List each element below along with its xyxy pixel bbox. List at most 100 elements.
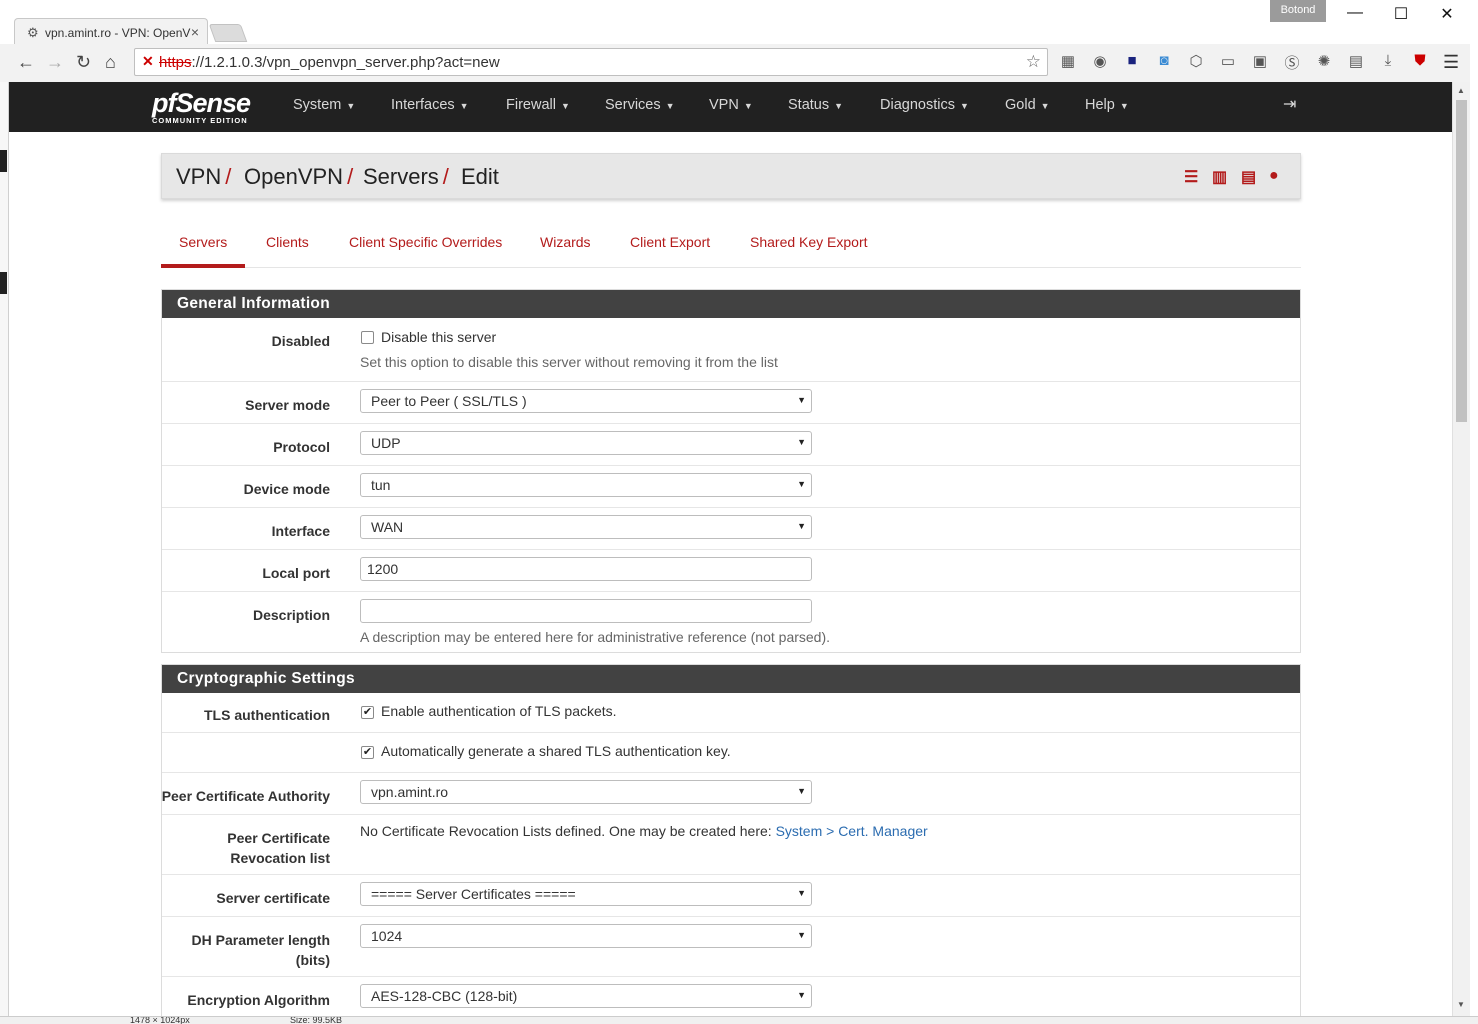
- qr-extension-icon[interactable]: ▦: [1058, 52, 1078, 72]
- tls-auto-key-checkbox[interactable]: ✔: [361, 746, 374, 759]
- description-help-text: A description may be entered here for ad…: [360, 629, 831, 645]
- brand-logo[interactable]: pfSense COMMUNITY EDITION: [152, 88, 251, 125]
- nav-system[interactable]: System ▼: [293, 97, 355, 113]
- cube-extension-icon[interactable]: ⬡: [1186, 52, 1206, 72]
- nav-status[interactable]: Status ▼: [788, 97, 843, 113]
- edge-mark: [0, 150, 7, 172]
- protocol-select[interactable]: UDP ▼: [360, 431, 812, 455]
- tab-client-specific-overrides[interactable]: Client Specific Overrides: [349, 234, 502, 250]
- camera-extension-icon[interactable]: ◙: [1154, 52, 1174, 72]
- disable-server-checkbox[interactable]: [361, 331, 374, 344]
- server-cert-row: Server certificate ===== Server Certific…: [162, 875, 1300, 917]
- address-bar[interactable]: ✕ https://1.2.1.0.3/vpn_openvpn_server.p…: [134, 48, 1048, 76]
- ext-blue-icon[interactable]: ■: [1122, 52, 1142, 72]
- peer-crl-text: No Certificate Revocation Lists defined.…: [360, 823, 928, 839]
- browser-tab[interactable]: ⚙ vpn.amint.ro - VPN: OpenV ×: [14, 18, 208, 46]
- maximize-button[interactable]: ☐: [1378, 4, 1424, 24]
- tab-shared-key-export[interactable]: Shared Key Export: [750, 234, 868, 250]
- caret-down-icon: ▼: [743, 101, 753, 111]
- help-question-icon[interactable]: ●: [1269, 167, 1279, 185]
- description-row: Description A description may be entered…: [162, 592, 1300, 653]
- download-extension-icon[interactable]: ⤓: [1378, 52, 1398, 72]
- breadcrumb-openvpn[interactable]: OpenVPN /: [244, 164, 353, 190]
- nav-diagnostics[interactable]: Diagnostics ▼: [880, 97, 969, 113]
- sliders-icon[interactable]: ☰: [1184, 167, 1198, 187]
- caret-down-icon: ▼: [665, 101, 675, 111]
- nav-help[interactable]: Help ▼: [1085, 97, 1129, 113]
- bookmark-star-icon[interactable]: ☆: [1026, 52, 1041, 72]
- tab-clients[interactable]: Clients: [266, 234, 309, 250]
- minimize-button[interactable]: —: [1332, 4, 1378, 22]
- disable-server-text: Disable this server: [381, 329, 497, 345]
- tab-title: vpn.amint.ro - VPN: OpenV: [45, 26, 191, 40]
- dropdown-arrow-icon: ▼: [797, 521, 806, 531]
- forward-arrow-icon[interactable]: →: [46, 52, 64, 73]
- tls-auth-checkbox[interactable]: ✔: [361, 706, 374, 719]
- peer-ca-select[interactable]: vpn.amint.ro ▼: [360, 780, 812, 804]
- caret-down-icon: ▼: [959, 101, 969, 111]
- protocol-label: Protocol: [273, 439, 330, 455]
- browser-chrome: ⚙ vpn.amint.ro - VPN: OpenV × Botond — ☐…: [0, 0, 1478, 82]
- logout-icon[interactable]: ⇥: [1283, 94, 1296, 114]
- tab-servers[interactable]: Servers: [179, 234, 227, 250]
- dropdown-arrow-icon: ▼: [797, 437, 806, 447]
- log-list-icon[interactable]: ▤: [1241, 167, 1256, 187]
- server-mode-row: Server mode Peer to Peer ( SSL/TLS ) ▼: [162, 382, 1300, 424]
- server-cert-select[interactable]: ===== Server Certificates ===== ▼: [360, 882, 812, 906]
- tab-client-export[interactable]: Client Export: [630, 234, 710, 250]
- scroll-down-icon[interactable]: ▼: [1457, 1000, 1465, 1009]
- ublock-extension-icon[interactable]: ⛊: [1410, 52, 1430, 72]
- disabled-label: Disabled: [271, 333, 330, 349]
- home-icon[interactable]: ⌂: [105, 52, 116, 73]
- protocol-row: Protocol UDP ▼: [162, 424, 1300, 466]
- window-extension-icon[interactable]: ▭: [1218, 52, 1238, 72]
- peer-crl-label: Peer Certificate Revocation list: [227, 830, 330, 866]
- page-scrollbar[interactable]: ▲ ▼: [1452, 82, 1470, 1016]
- local-port-input[interactable]: 1200: [360, 557, 812, 581]
- reload-icon[interactable]: ↻: [76, 52, 91, 73]
- caret-down-icon: ▼: [1040, 101, 1050, 111]
- bar-chart-icon[interactable]: ▥: [1212, 167, 1227, 187]
- dropdown-arrow-icon: ▼: [797, 479, 806, 489]
- encryption-select[interactable]: AES-128-CBC (128-bit) ▼: [360, 984, 812, 1008]
- scrollbar-thumb[interactable]: [1456, 100, 1467, 422]
- brand-logo-text: pfSense: [152, 88, 251, 118]
- section-title-crypto: Cryptographic Settings: [162, 665, 1300, 693]
- left-window-edge: [0, 82, 9, 1024]
- description-input[interactable]: [360, 599, 812, 623]
- gear-extension-icon[interactable]: ✺: [1314, 52, 1334, 72]
- page-extension-icon[interactable]: ▤: [1346, 52, 1366, 72]
- breadcrumb-servers[interactable]: Servers /: [363, 164, 449, 190]
- cert-manager-link[interactable]: System > Cert. Manager: [776, 823, 928, 839]
- back-arrow-icon[interactable]: ←: [17, 52, 35, 73]
- skype-extension-icon[interactable]: Ⓢ: [1282, 52, 1302, 72]
- dropdown-arrow-icon: ▼: [797, 990, 806, 1000]
- browser-toolbar: ← → ↻ ⌂ ✕ https://1.2.1.0.3/vpn_openvpn_…: [0, 44, 1478, 82]
- url-rest: ://1.2.1.0.3/vpn_openvpn_server.php?act=…: [191, 54, 500, 71]
- interface-select[interactable]: WAN ▼: [360, 515, 812, 539]
- dropdown-arrow-icon: ▼: [797, 930, 806, 940]
- device-mode-select[interactable]: tun ▼: [360, 473, 812, 497]
- new-tab-button[interactable]: [208, 24, 248, 42]
- close-window-button[interactable]: ✕: [1424, 4, 1470, 24]
- nav-gold[interactable]: Gold ▼: [1005, 97, 1050, 113]
- css-extension-icon[interactable]: ▣: [1250, 52, 1270, 72]
- main-navbar: pfSense COMMUNITY EDITION System ▼ Interf…: [9, 82, 1452, 132]
- server-mode-select[interactable]: Peer to Peer ( SSL/TLS ) ▼: [360, 389, 812, 413]
- server-cert-label: Server certificate: [216, 890, 330, 906]
- profile-badge[interactable]: Botond: [1270, 0, 1326, 22]
- nav-interfaces[interactable]: Interfaces ▼: [391, 97, 469, 113]
- close-tab-icon[interactable]: ×: [191, 24, 199, 40]
- encryption-row: Encryption Algorithm AES-128-CBC (128-bi…: [162, 977, 1300, 1017]
- dh-length-select[interactable]: 1024 ▼: [360, 924, 812, 948]
- breadcrumb-vpn[interactable]: VPN /: [176, 164, 231, 190]
- tls-auto-key-text: Automatically generate a shared TLS auth…: [381, 743, 731, 759]
- tab-wizards[interactable]: Wizards: [540, 234, 591, 250]
- browser-menu-icon[interactable]: ☰: [1443, 52, 1459, 73]
- incognito-extension-icon[interactable]: ◉: [1090, 52, 1110, 72]
- caret-down-icon: ▼: [346, 101, 356, 111]
- nav-vpn[interactable]: VPN ▼: [709, 97, 753, 113]
- nav-firewall[interactable]: Firewall ▼: [506, 97, 570, 113]
- nav-services[interactable]: Services ▼: [605, 97, 675, 113]
- scroll-up-icon[interactable]: ▲: [1457, 86, 1465, 95]
